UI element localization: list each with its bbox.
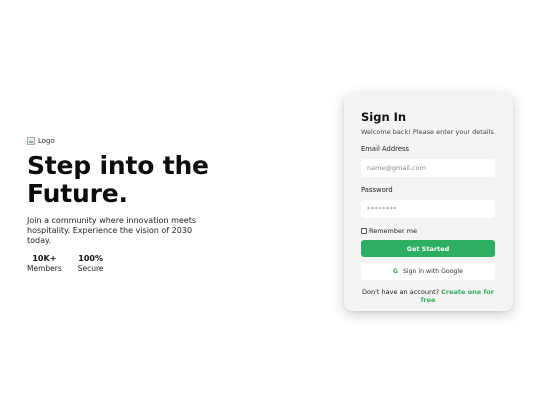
stat-value: 10K+ (32, 254, 57, 263)
logo-alt-text: Logo (38, 136, 55, 145)
get-started-button[interactable]: Get Started (361, 240, 495, 257)
remember-me[interactable]: Remember me (361, 226, 496, 235)
hero-section: Logo Step into the Future. Join a commun… (27, 135, 227, 273)
google-g-icon: G (393, 267, 398, 275)
signup-prompt: Don't have an account? Create one for fr… (361, 288, 495, 304)
logo: Logo (27, 135, 227, 146)
stats-row: 10K+ Members 100% Secure (27, 254, 227, 273)
signin-title: Sign In (361, 110, 407, 124)
remember-label: Remember me (369, 226, 418, 235)
password-field[interactable] (361, 200, 495, 218)
headline-line-2: Future. (27, 179, 128, 208)
email-label: Email Address (361, 145, 410, 153)
remember-checkbox[interactable] (361, 227, 367, 234)
signin-card: Sign In Welcome back! Please enter your … (344, 93, 513, 311)
signin-subtitle: Welcome back! Please enter your details. (361, 128, 496, 136)
stat-label: Members (27, 264, 62, 273)
hero-headline: Step into the Future. (27, 152, 227, 208)
email-field[interactable] (361, 159, 495, 177)
stat-value: 100% (78, 254, 104, 263)
headline-line-1: Step into the (27, 151, 209, 180)
stat-secure: 100% Secure (78, 254, 104, 273)
stat-members: 10K+ Members (27, 254, 62, 273)
google-signin-button[interactable]: G Sign in with Google (361, 263, 495, 280)
broken-image-icon (27, 136, 35, 145)
no-account-text: Don't have an account? (362, 288, 440, 296)
hero-tagline: Join a community where innovation meets … (27, 216, 197, 245)
google-signin-label: Sign in with Google (402, 268, 463, 275)
stat-label: Secure (77, 264, 104, 273)
password-label: Password (361, 186, 393, 194)
